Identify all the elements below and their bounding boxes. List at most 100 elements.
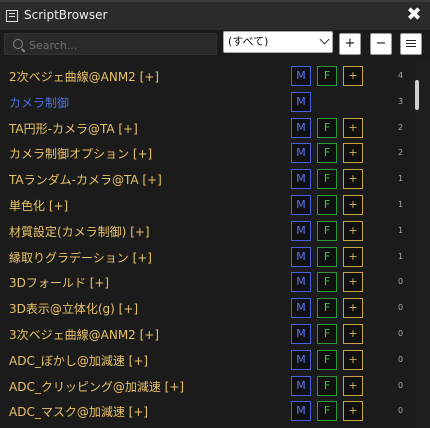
- script-name: 縁取りグラデーション [+]: [9, 250, 152, 265]
- usage-count: 1: [398, 174, 404, 184]
- favorite-button[interactable]: F: [317, 220, 337, 241]
- usage-count: 1: [398, 225, 404, 235]
- move-button[interactable]: M: [291, 349, 311, 370]
- add-script-button[interactable]: +: [343, 298, 363, 319]
- script-name: 3D表示@立体化(g) [+]: [9, 302, 139, 317]
- favorite-button[interactable]: F: [317, 169, 337, 190]
- list-item[interactable]: 2次ベジェ曲線@ANM2 [+] M F +4: [0, 63, 410, 89]
- add-script-button[interactable]: +: [343, 401, 363, 422]
- favorite-button[interactable]: F: [317, 117, 337, 138]
- usage-count: 1: [398, 200, 404, 209]
- usage-count: 0: [398, 277, 404, 287]
- move-button[interactable]: M: [291, 195, 311, 215]
- list-item[interactable]: ADC_クリッピング@加減速 [+] M F +0: [0, 373, 410, 399]
- move-button[interactable]: M: [291, 375, 311, 396]
- usage-count: 0: [398, 303, 404, 313]
- move-button[interactable]: M: [291, 220, 311, 241]
- add-script-button[interactable]: +: [343, 117, 363, 138]
- close-button[interactable]: ✖: [404, 5, 424, 25]
- usage-count: 3: [398, 96, 404, 106]
- move-button[interactable]: M: [291, 117, 311, 138]
- move-button[interactable]: M: [291, 298, 311, 319]
- search-box[interactable]: [4, 33, 217, 56]
- move-button[interactable]: M: [291, 272, 311, 293]
- menu-button[interactable]: [400, 33, 422, 55]
- add-script-button[interactable]: +: [343, 195, 363, 215]
- script-name: 2次ベジェ曲線@ANM2 [+]: [9, 70, 160, 84]
- usage-count: 0: [398, 329, 404, 338]
- list-item[interactable]: TA円形-カメラ@TA [+] M F +2: [0, 115, 410, 141]
- favorite-button[interactable]: F: [317, 401, 337, 422]
- list-item[interactable]: ADC_ぼかし@加減速 [+] M F +0: [0, 347, 410, 373]
- list-item[interactable]: カメラ制御オプション [+] M F +2: [0, 140, 410, 166]
- favorite-button[interactable]: F: [317, 66, 337, 86]
- script-list: 2次ベジェ曲線@ANM2 [+] M F +4 カメラ制御 M 3 TA円形-カメラ@TA […: [0, 63, 410, 428]
- add-button[interactable]: +: [339, 33, 361, 55]
- favorite-button[interactable]: F: [317, 349, 337, 370]
- script-name: 単色化 [+]: [9, 199, 69, 213]
- script-name: TAランダム-カメラ@TA [+]: [9, 173, 162, 188]
- list-item[interactable]: 単色化 [+] M F +1: [0, 192, 410, 218]
- usage-count: 0: [398, 380, 404, 390]
- usage-count: 2: [398, 148, 404, 158]
- list-item[interactable]: TAランダム-カメラ@TA [+] M F +1: [0, 166, 410, 192]
- filter-selected-value: (すべて): [228, 35, 269, 48]
- list-item[interactable]: カメラ制御 M 3: [0, 89, 410, 115]
- favorite-button[interactable]: F: [317, 195, 337, 215]
- script-name: 3次ベジェ曲線@ANM2 [+]: [9, 328, 160, 342]
- script-name: 材質設定(カメラ制御) [+]: [9, 224, 150, 239]
- script-name: カメラ制御: [9, 95, 70, 110]
- scrollbar-track[interactable]: [410, 63, 430, 428]
- script-name: ADC_ぼかし@加減速 [+]: [9, 353, 149, 368]
- add-script-button[interactable]: +: [343, 375, 363, 396]
- favorite-button[interactable]: F: [317, 272, 337, 293]
- remove-button[interactable]: −: [370, 33, 392, 55]
- usage-count: 0: [398, 406, 404, 416]
- title-bar: ScriptBrowser ✖: [0, 0, 430, 30]
- app-icon: [6, 10, 18, 22]
- add-script-button[interactable]: +: [343, 220, 363, 241]
- script-name: カメラ制御オプション [+]: [9, 147, 153, 162]
- usage-count: 2: [398, 122, 404, 132]
- move-button[interactable]: M: [291, 91, 311, 112]
- list-item[interactable]: 3Dフォールド [+] M F +0: [0, 269, 410, 295]
- move-button[interactable]: M: [291, 401, 311, 422]
- search-input[interactable]: [27, 34, 216, 56]
- script-name: TA円形-カメラ@TA [+]: [9, 121, 138, 136]
- list-item[interactable]: 3D表示@立体化(g) [+] M F +0: [0, 295, 410, 321]
- toolbar: (すべて) + −: [0, 30, 430, 60]
- script-name: 3Dフォールド [+]: [9, 276, 110, 291]
- script-name: ADC_クリッピング@加減速 [+]: [9, 379, 185, 394]
- list-item[interactable]: ADC_マスク@加減速 [+] M F +0: [0, 398, 410, 424]
- script-name: ADC_マスク@加減速 [+]: [9, 405, 149, 420]
- add-script-button[interactable]: +: [343, 272, 363, 293]
- list-item[interactable]: 材質設定(カメラ制御) [+] M F +1: [0, 218, 410, 244]
- move-button[interactable]: M: [291, 143, 311, 164]
- filter-select[interactable]: (すべて): [223, 31, 333, 53]
- add-script-button[interactable]: +: [343, 246, 363, 267]
- move-button[interactable]: M: [291, 246, 311, 267]
- move-button[interactable]: M: [291, 66, 311, 86]
- scrollbar-thumb[interactable]: [415, 80, 419, 110]
- list-item[interactable]: 3次ベジェ曲線@ANM2 [+] M F +0: [0, 321, 410, 347]
- window-title: ScriptBrowser: [24, 8, 108, 22]
- favorite-button[interactable]: F: [317, 324, 337, 344]
- usage-count: 0: [398, 354, 404, 364]
- move-button[interactable]: M: [291, 169, 311, 190]
- move-button[interactable]: M: [291, 324, 311, 344]
- favorite-button[interactable]: F: [317, 246, 337, 267]
- favorite-button[interactable]: F: [317, 298, 337, 319]
- add-script-button[interactable]: +: [343, 324, 363, 344]
- add-script-button[interactable]: +: [343, 169, 363, 190]
- favorite-button[interactable]: F: [317, 143, 337, 164]
- usage-count: 1: [398, 251, 404, 261]
- list-item[interactable]: 縁取りグラデーション [+] M F +1: [0, 244, 410, 270]
- add-script-button[interactable]: +: [343, 143, 363, 164]
- favorite-button[interactable]: F: [317, 375, 337, 396]
- add-script-button[interactable]: +: [343, 66, 363, 86]
- add-script-button[interactable]: +: [343, 349, 363, 370]
- chevron-down-icon: [319, 34, 330, 45]
- search-icon: [13, 39, 23, 49]
- hamburger-icon: [406, 40, 416, 41]
- usage-count: 4: [398, 71, 404, 80]
